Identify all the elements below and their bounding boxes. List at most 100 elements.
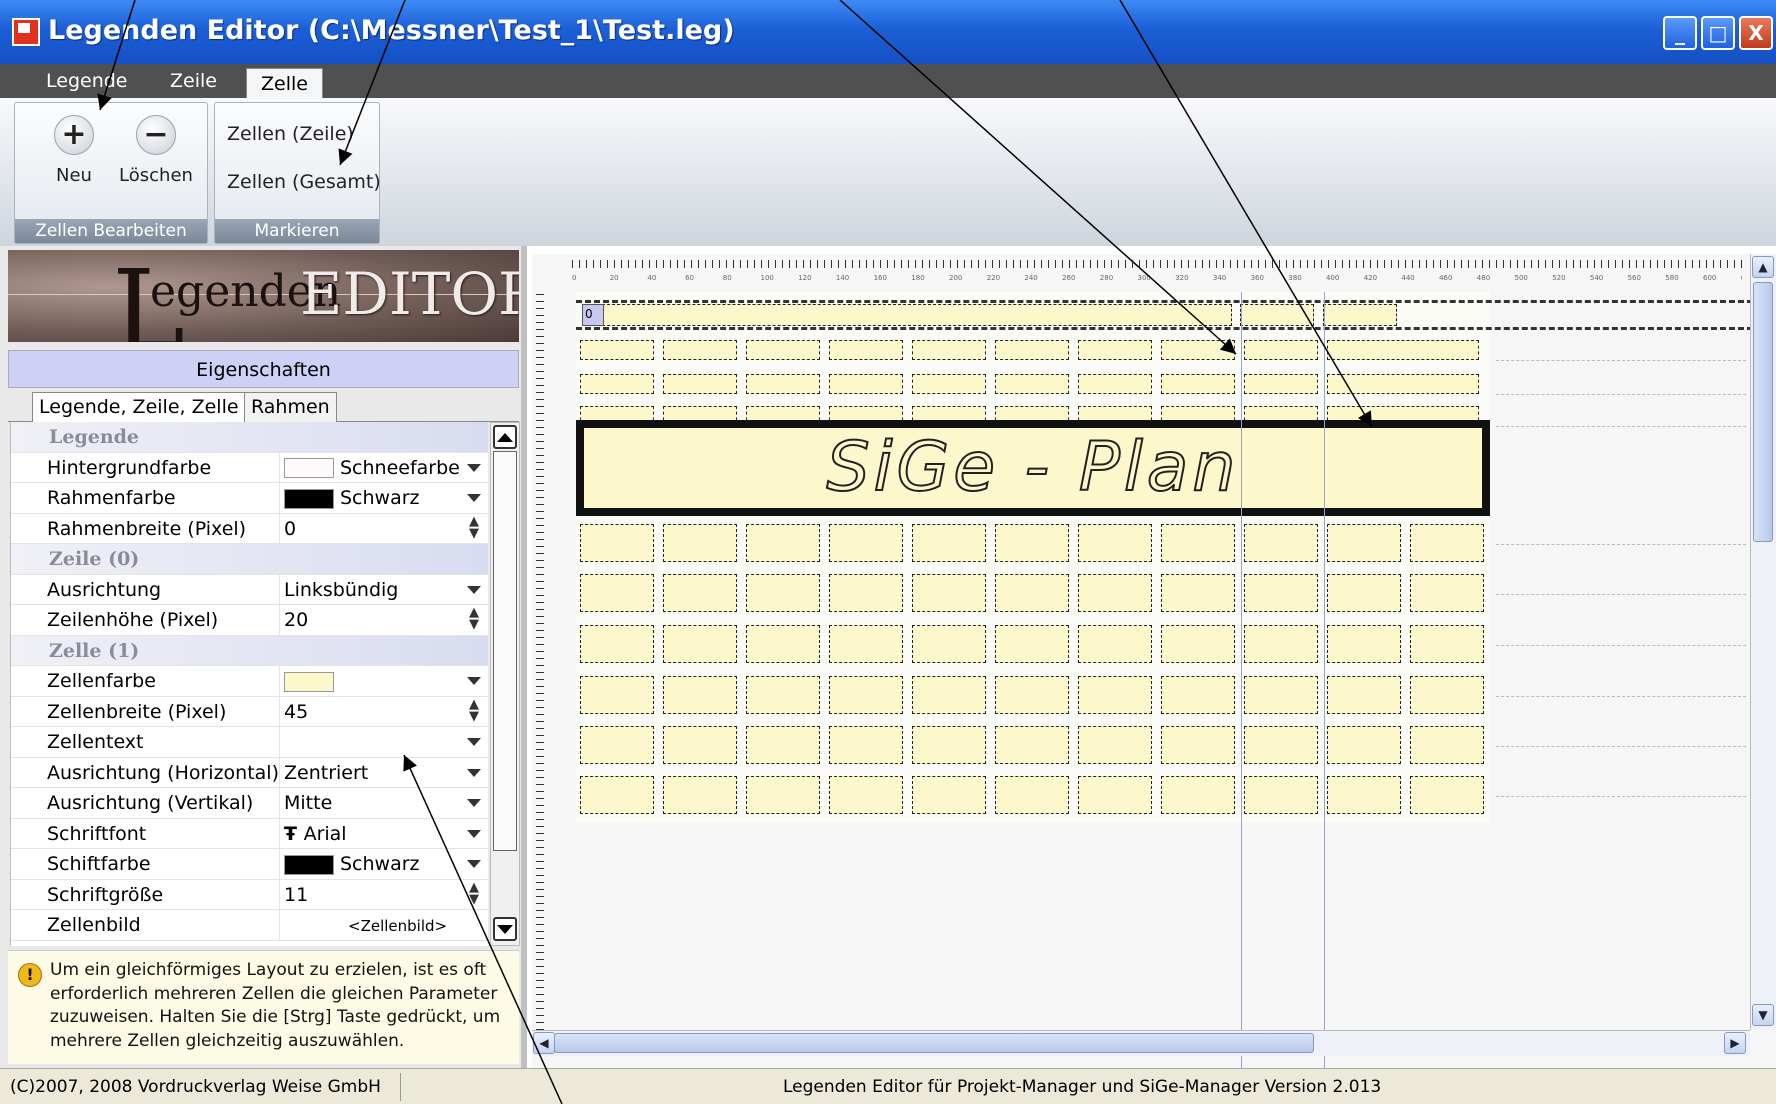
legend-cell[interactable] <box>829 340 903 360</box>
property-row[interactable]: Rahmenfarbe Schwarz <box>11 483 488 514</box>
new-cell-button[interactable]: + Neu <box>35 115 113 186</box>
legend-cell[interactable] <box>829 776 903 814</box>
legend-cell[interactable] <box>1240 304 1314 326</box>
legend-cell[interactable] <box>995 726 1069 764</box>
property-row[interactable]: Ausrichtung Linksbündig <box>11 574 488 605</box>
legend-cell[interactable] <box>1244 524 1318 562</box>
minimize-button[interactable]: _ <box>1663 16 1697 50</box>
legend-cell[interactable] <box>912 776 986 814</box>
legend-cell[interactable] <box>663 625 737 663</box>
legend-cell[interactable] <box>580 676 654 714</box>
property-row[interactable]: Hintergrundfarbe Schneefarbe <box>11 452 488 483</box>
legend-cell[interactable] <box>829 574 903 612</box>
legend-cell[interactable] <box>663 726 737 764</box>
legend-cell[interactable] <box>746 676 820 714</box>
legend-cell[interactable] <box>1078 625 1152 663</box>
legend-cell[interactable] <box>1244 374 1318 394</box>
legend-cell[interactable] <box>829 374 903 394</box>
legend-cell[interactable] <box>995 625 1069 663</box>
property-row[interactable]: Ausrichtung (Horizontal) Zentriert <box>11 757 488 788</box>
property-value[interactable]: 11 <box>284 884 308 906</box>
legend-cell[interactable] <box>1327 574 1401 612</box>
property-value[interactable]: Mitte <box>284 792 332 814</box>
chevron-down-icon[interactable] <box>467 494 481 502</box>
legend-title-cell[interactable]: SiGe - Plan <box>576 420 1490 516</box>
column-guide-line[interactable] <box>1324 292 1325 1072</box>
scroll-up-icon[interactable]: ▲ <box>1752 256 1774 278</box>
legend-cell[interactable] <box>1410 726 1484 764</box>
legend-cell[interactable] <box>746 574 820 612</box>
property-value[interactable]: Ŧ Arial <box>284 823 347 845</box>
legend-cell[interactable] <box>995 574 1069 612</box>
spinner-icon[interactable]: ▲ ▼ <box>469 606 479 631</box>
property-row[interactable]: Schriftfont Ŧ Arial <box>11 818 488 849</box>
tab-legende[interactable]: Legende <box>32 64 141 98</box>
property-value[interactable]: Linksbündig <box>284 579 398 601</box>
legend-cell[interactable] <box>829 625 903 663</box>
chevron-down-icon[interactable] <box>467 677 481 685</box>
canvas-vertical-scrollbar[interactable]: ▲ ▼ <box>1750 254 1776 1030</box>
legend-cell[interactable] <box>1161 726 1235 764</box>
legend-cell[interactable] <box>746 340 820 360</box>
property-row[interactable]: Zeilenhöhe (Pixel) 20 ▲ ▼ <box>11 605 488 636</box>
legend-cell[interactable] <box>580 776 654 814</box>
property-value[interactable]: Schwarz <box>284 487 420 509</box>
tab-zelle[interactable]: Zelle <box>246 68 323 102</box>
property-value[interactable]: 45 <box>284 701 308 723</box>
legend-cell[interactable] <box>663 374 737 394</box>
legend-cell[interactable] <box>829 524 903 562</box>
legend-cell[interactable] <box>1244 776 1318 814</box>
property-row[interactable]: Rahmenbreite (Pixel) 0 ▲ ▼ <box>11 513 488 544</box>
tab-zeile[interactable]: Zeile <box>156 64 231 98</box>
legend-cell[interactable] <box>1327 625 1401 663</box>
spinner-icon[interactable]: ▲ ▼ <box>469 698 479 723</box>
spinner-icon[interactable]: ▲ ▼ <box>469 515 479 540</box>
legend-cell[interactable] <box>582 304 1232 326</box>
legend-cell[interactable] <box>1410 625 1484 663</box>
property-row[interactable]: Zellenfarbe <box>11 666 488 697</box>
legend-cell[interactable] <box>1078 676 1152 714</box>
legend-cell[interactable] <box>1078 574 1152 612</box>
legend-cell[interactable] <box>1410 776 1484 814</box>
legend-cell[interactable] <box>1244 676 1318 714</box>
horizontal-scroll-thumb[interactable] <box>554 1033 1314 1053</box>
legend-cell[interactable] <box>1410 524 1484 562</box>
chevron-down-icon[interactable] <box>467 860 481 868</box>
legend-cell[interactable] <box>912 374 986 394</box>
legend-cell[interactable] <box>580 340 654 360</box>
legend-cell[interactable] <box>746 776 820 814</box>
legend-cell[interactable] <box>1161 374 1235 394</box>
legend-cell[interactable] <box>746 726 820 764</box>
chevron-down-icon[interactable] <box>467 799 481 807</box>
legend-cell[interactable] <box>995 340 1069 360</box>
legend-cell[interactable] <box>663 776 737 814</box>
property-row[interactable]: Ausrichtung (Vertikal) Mitte <box>11 788 488 819</box>
legend-cell[interactable] <box>1161 776 1235 814</box>
legend-cell[interactable] <box>663 340 737 360</box>
legend-cell[interactable] <box>1327 776 1401 814</box>
property-row[interactable]: Zellenbild <Zellenbild> <box>11 910 488 941</box>
legend-cell[interactable] <box>829 726 903 764</box>
scroll-down-button[interactable] <box>493 917 517 941</box>
legend-cell[interactable] <box>746 524 820 562</box>
legend-cell[interactable] <box>1410 574 1484 612</box>
legend-cell[interactable] <box>746 374 820 394</box>
property-value[interactable]: 20 <box>284 609 308 631</box>
property-value[interactable]: Schneefarbe <box>284 457 460 479</box>
legend-cell[interactable] <box>995 524 1069 562</box>
selected-cell-marker[interactable]: 0 <box>582 304 604 326</box>
legend-cell[interactable] <box>1327 524 1401 562</box>
property-row[interactable]: Zellenbreite (Pixel) 45 ▲ ▼ <box>11 696 488 727</box>
legend-cell[interactable] <box>1323 304 1397 326</box>
legend-cell[interactable] <box>995 374 1069 394</box>
property-row[interactable]: Schiftfarbe Schwarz <box>11 849 488 880</box>
property-row[interactable]: Zellentext <box>11 727 488 758</box>
tab-rahmen[interactable]: Rahmen <box>244 392 337 422</box>
scroll-up-button[interactable] <box>493 425 517 449</box>
legend-cell[interactable] <box>580 574 654 612</box>
legend-cell[interactable] <box>580 625 654 663</box>
legend-cell[interactable] <box>1161 625 1235 663</box>
legend-cell[interactable] <box>995 676 1069 714</box>
chevron-down-icon[interactable] <box>467 768 481 777</box>
column-guide-line[interactable] <box>1241 292 1242 1072</box>
